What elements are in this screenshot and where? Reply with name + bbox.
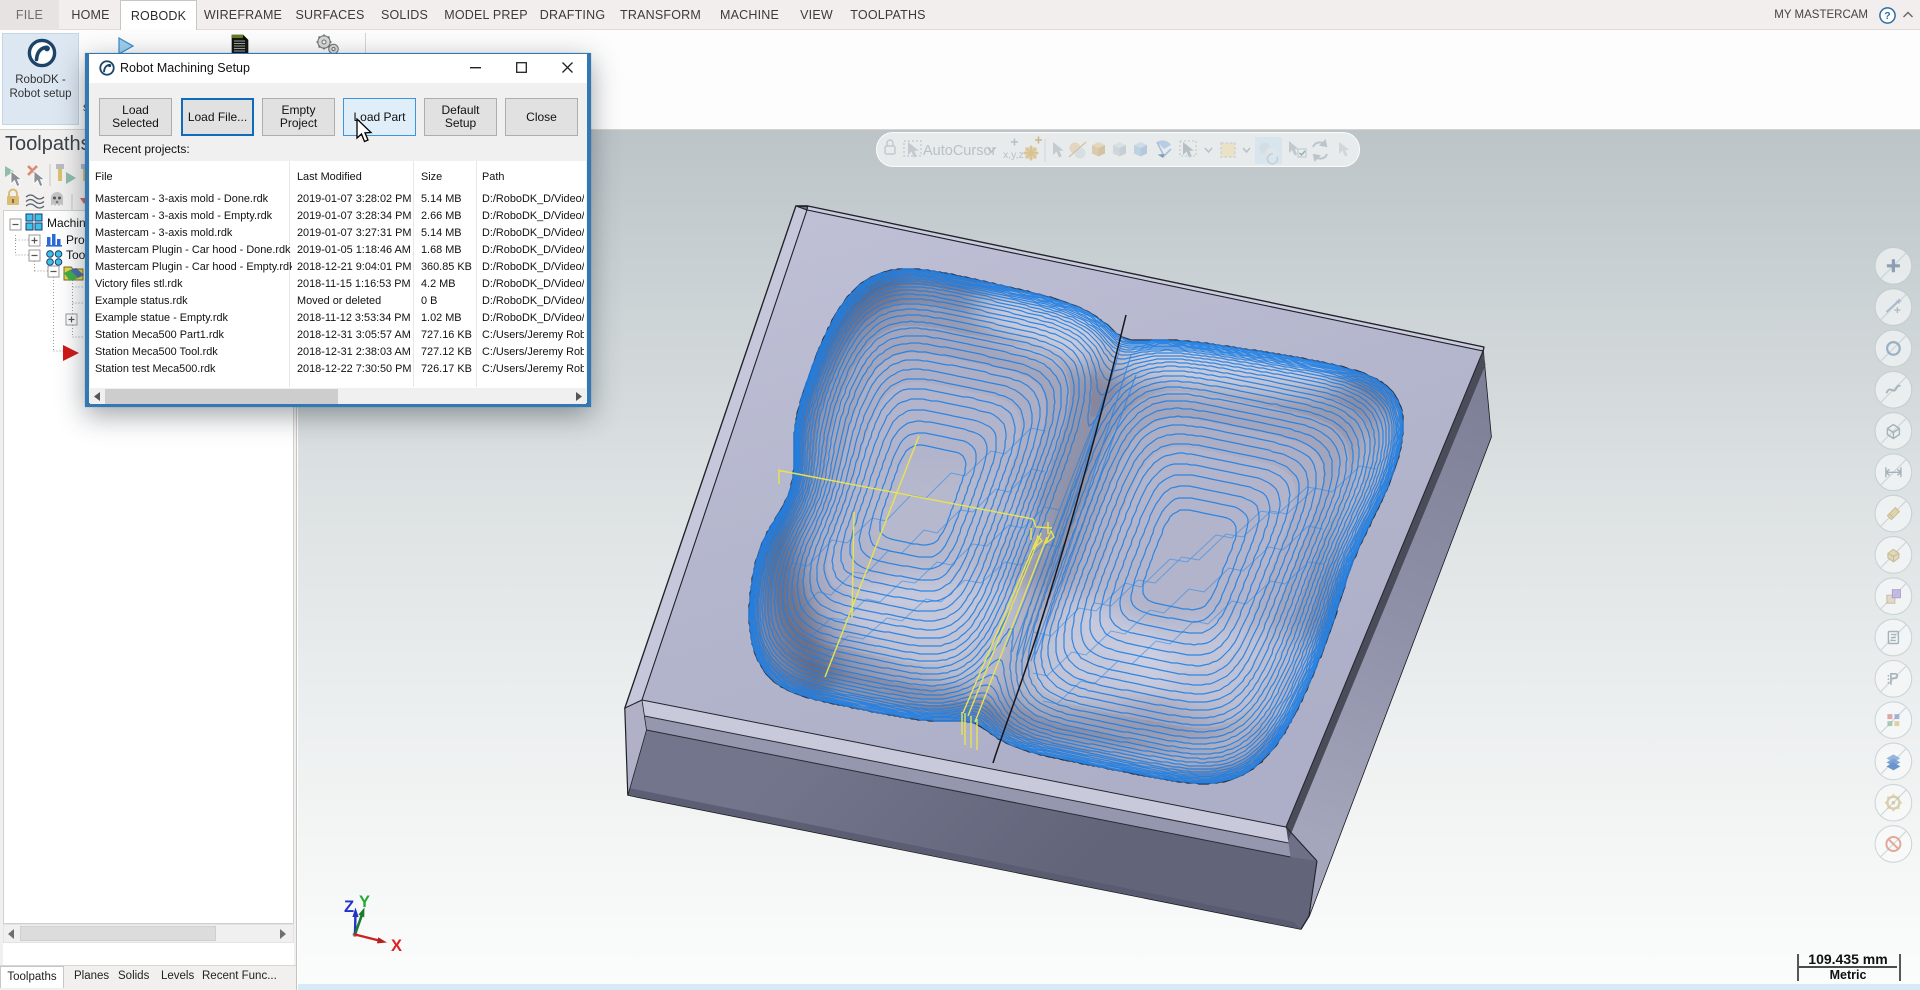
svg-text:Z: Z bbox=[344, 898, 354, 916]
svg-text:AutoCursor: AutoCursor bbox=[923, 143, 997, 159]
svg-text:Y: Y bbox=[359, 893, 370, 911]
svg-text:?: ? bbox=[1884, 10, 1890, 22]
svg-text:X: X bbox=[391, 937, 402, 955]
svg-text:x,y,z: x,y,z bbox=[1003, 149, 1024, 161]
